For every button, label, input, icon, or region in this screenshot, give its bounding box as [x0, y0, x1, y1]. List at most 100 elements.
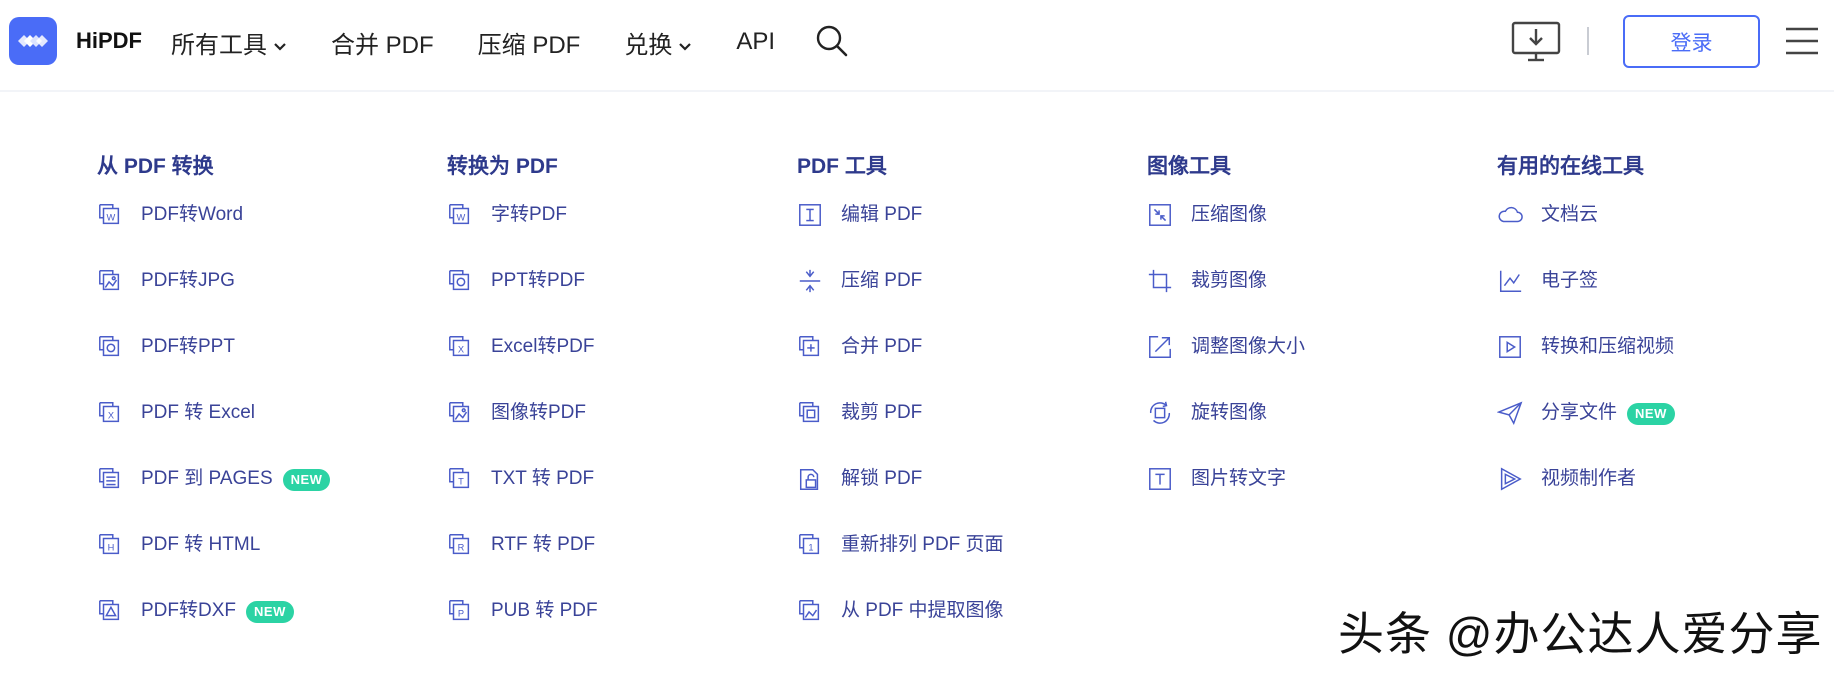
menu-item[interactable]: 从 PDF 中提取图像 — [797, 598, 1127, 664]
svg-text:W: W — [457, 213, 466, 223]
extract-image-icon — [797, 598, 823, 624]
resize-icon — [1147, 334, 1173, 360]
crop-doc-icon — [797, 400, 823, 426]
menu-item[interactable]: 裁剪 PDF — [797, 400, 1127, 466]
download-monitor-icon — [1511, 21, 1561, 62]
menu-item[interactable]: 合并 PDF — [797, 334, 1127, 400]
ppt-doc-icon — [97, 334, 123, 360]
menu-item-label: 旋转图像 — [1191, 402, 1268, 423]
logo-diamond-icon — [18, 35, 48, 47]
menu-item[interactable]: PPT转PDF — [447, 268, 777, 334]
menu-item[interactable]: X Excel转PDF — [447, 334, 777, 400]
ocr-text-icon — [1147, 466, 1173, 492]
menu-item-label: 分享文件 — [1541, 402, 1618, 423]
menu-item[interactable]: 编辑 PDF — [797, 202, 1127, 268]
menu-column-title: PDF 工具 — [797, 155, 887, 178]
menu-item[interactable]: 裁剪图像 — [1147, 268, 1477, 334]
nav-item-label: 所有工具 — [171, 31, 267, 59]
download-desktop-button[interactable] — [1510, 20, 1562, 64]
menu-item[interactable]: 视频制作者 — [1497, 466, 1827, 532]
rotate-icon — [1147, 400, 1173, 426]
edit-text-icon — [797, 202, 823, 228]
menu-item[interactable]: 文档云 — [1497, 202, 1827, 268]
new-badge: NEW — [246, 601, 294, 623]
menu-item-label: PPT转PDF — [491, 270, 585, 291]
menu-item-label: PDF转JPG — [141, 270, 235, 291]
send-icon — [1496, 400, 1523, 426]
menu-item[interactable]: 分享文件 NEW — [1496, 400, 1827, 466]
video-play-icon — [1497, 334, 1523, 360]
nav-item[interactable]: API — [736, 28, 775, 56]
menu-item[interactable]: 电子签 — [1497, 268, 1827, 334]
word-doc-icon: W — [97, 202, 123, 228]
menu-item[interactable]: 1 重新排列 PDF 页面 — [797, 532, 1127, 598]
menu-item[interactable]: 图片转文字 — [1147, 466, 1477, 532]
menu-column-title: 有用的在线工具 — [1497, 155, 1644, 178]
menu-item[interactable]: T TXT 转 PDF — [447, 466, 777, 532]
menu-item[interactable]: 图像转PDF — [447, 400, 777, 466]
menu-item-label: 从 PDF 中提取图像 — [841, 600, 1004, 621]
ppt-doc-icon — [447, 268, 473, 294]
menu-item-label: 裁剪图像 — [1191, 270, 1268, 291]
main-nav: 所有工具 合并 PDF 压缩 PDF 兑换 API — [171, 22, 819, 62]
menu-item[interactable]: 调整图像大小 — [1147, 334, 1477, 400]
menu-item-label: TXT 转 PDF — [491, 468, 595, 489]
menu-item[interactable]: H PDF 转 HTML — [97, 532, 427, 598]
menu-item-label: PDF 转 Excel — [141, 402, 256, 423]
menu-item[interactable]: PDF转JPG — [97, 268, 427, 334]
signature-icon — [1497, 268, 1523, 294]
menu-item-label: 电子签 — [1541, 270, 1599, 291]
brand-name[interactable]: HiPDF — [76, 28, 142, 54]
menu-item-label: 合并 PDF — [841, 336, 923, 357]
hamburger-icon — [1786, 27, 1818, 55]
menu-item-label: 重新排列 PDF 页面 — [841, 534, 1004, 555]
menu-item[interactable]: P PUB 转 PDF — [447, 598, 777, 664]
menu-item[interactable]: PDF 到 PAGES NEW — [97, 466, 427, 532]
menu-item[interactable]: PDF转DXF NEW — [97, 598, 427, 664]
nav-item[interactable]: 兑换 — [624, 25, 692, 60]
rtf-doc-icon: R — [447, 532, 473, 558]
nav-item[interactable]: 压缩 PDF — [478, 25, 581, 60]
menu-item[interactable]: 解锁 PDF — [797, 466, 1127, 532]
nav-item-label: API — [736, 28, 776, 55]
svg-text:P: P — [458, 609, 464, 619]
excel-doc-icon: X — [97, 400, 123, 426]
menu-column: PDF 工具编辑 PDF 压缩 PDF 合并 PDF 裁剪 PDF 解锁 PDF 1 重新排… — [797, 150, 1127, 664]
menu-item[interactable]: PDF转PPT — [97, 334, 427, 400]
menu-item[interactable]: 旋转图像 — [1147, 400, 1477, 466]
menu-item-label: 压缩 PDF — [841, 270, 923, 291]
menu-item[interactable]: W 字转PDF — [447, 202, 777, 268]
excel-doc-icon: X — [447, 334, 473, 360]
compress-image-icon — [1147, 202, 1173, 228]
menu-item-label: 裁剪 PDF — [841, 402, 923, 423]
nav-item[interactable]: 所有工具 — [171, 25, 287, 60]
hamburger-menu-button[interactable] — [1785, 25, 1819, 57]
menu-item[interactable]: R RTF 转 PDF — [447, 532, 777, 598]
menu-item[interactable]: 转换和压缩视频 — [1497, 334, 1827, 400]
search-button[interactable] — [815, 24, 849, 58]
menu-item[interactable]: 压缩 PDF — [797, 268, 1127, 334]
new-badge: NEW — [1627, 403, 1675, 425]
dxf-doc-icon — [97, 598, 123, 624]
menu-column: 转换为 PDF W 字转PDF PPT转PDF X Excel转PDF 图像转PDF T TXT… — [447, 150, 777, 664]
nav-item-label: 兑换 — [624, 31, 673, 59]
menu-item-label: PDF 到 PAGES — [141, 468, 273, 489]
svg-text:X: X — [108, 411, 114, 421]
pages-doc-icon — [97, 466, 123, 492]
hipdf-logo[interactable] — [9, 17, 57, 65]
menu-item[interactable]: 压缩图像 — [1147, 202, 1477, 268]
chevron-down-icon — [678, 31, 692, 59]
svg-text:W: W — [107, 213, 116, 223]
menu-item[interactable]: W PDF转Word — [97, 202, 427, 268]
unlock-icon — [797, 466, 823, 492]
menu-column-title: 转换为 PDF — [447, 155, 558, 178]
menu-item-label: RTF 转 PDF — [491, 534, 596, 555]
menu-item[interactable]: X PDF 转 Excel — [97, 400, 427, 466]
menu-item-label: 转换和压缩视频 — [1541, 336, 1675, 357]
watermark-text: 头条 @办公达人爱分享 — [1338, 608, 1823, 660]
nav-item[interactable]: 合并 PDF — [331, 25, 434, 60]
menu-item-label: 视频制作者 — [1541, 468, 1637, 489]
nav-item-label: 合并 PDF — [331, 31, 434, 59]
image-doc-icon — [97, 268, 123, 294]
login-button[interactable]: 登录 — [1623, 15, 1760, 68]
